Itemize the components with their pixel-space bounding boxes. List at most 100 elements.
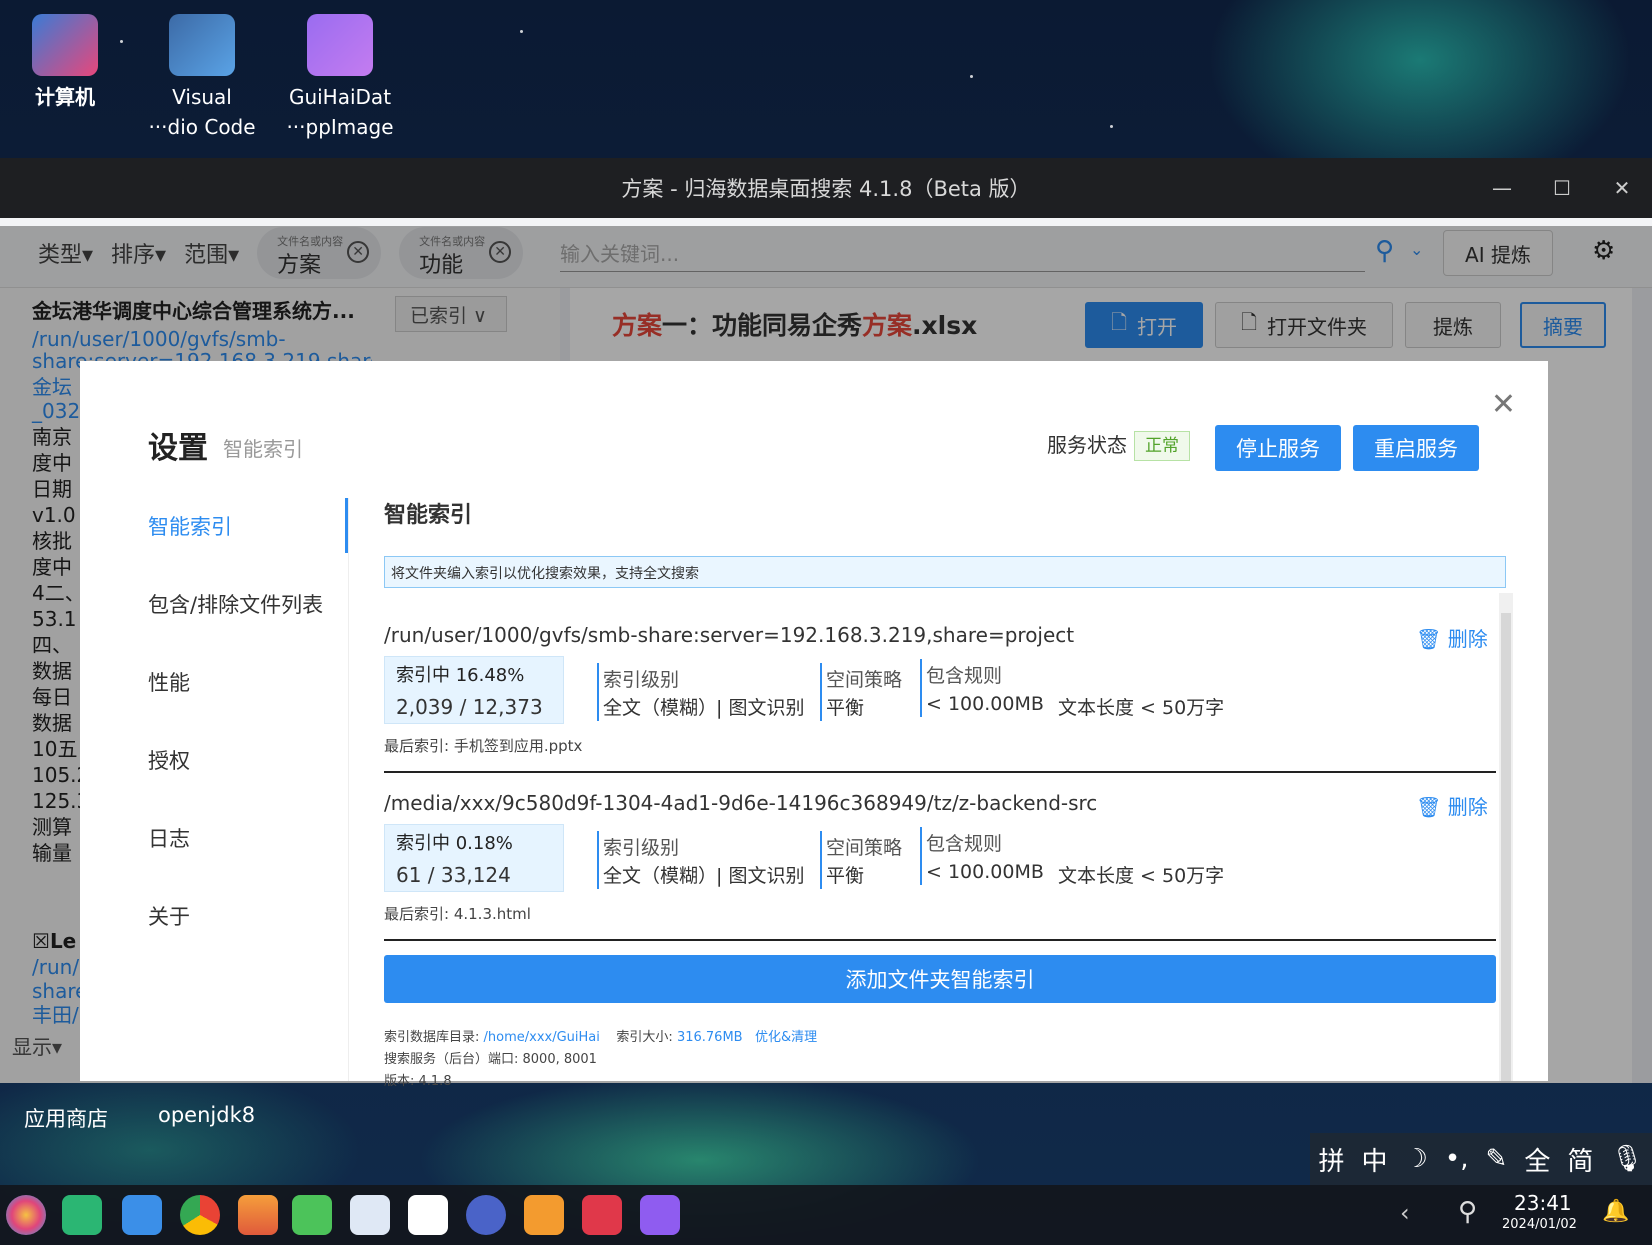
search-icon[interactable]: ⚲: [1458, 1197, 1477, 1227]
clock-date: 2024/01/02: [1502, 1217, 1577, 1232]
divider: [820, 663, 822, 721]
desktop-icon-guihai[interactable]: GuiHaiDat ···ppImage: [275, 14, 405, 142]
ocr-value: | 图文识别: [716, 865, 805, 887]
index-folder-path: /run/user/1000/gvfs/smb-share:server=192…: [384, 623, 1075, 647]
guihai-icon: [307, 14, 373, 76]
trash-icon: 🗑: [1416, 795, 1442, 819]
add-folder-button[interactable]: 添加文件夹智能索引: [384, 955, 1496, 1003]
settings-subtitle: 智能索引: [223, 437, 303, 461]
computer-icon: [32, 14, 98, 76]
space-label: 空间策略: [826, 837, 903, 859]
title-bar: 方案 - 归海数据桌面搜索 4.1.8（Beta 版） — ☐ ✕: [0, 158, 1652, 218]
level-label: 索引级别: [603, 669, 680, 691]
divider: [820, 831, 822, 889]
desktop-icon-label: Visual ···dio Code: [148, 85, 256, 139]
delete-label: 删除: [1447, 627, 1488, 651]
clock-time: 23:41: [1514, 1191, 1572, 1215]
ime-mic-icon[interactable]: 🎙: [1610, 1144, 1643, 1174]
optimize-link[interactable]: 优化&清理: [755, 1030, 817, 1045]
image-viewer-icon[interactable]: [238, 1195, 278, 1235]
size-label: 索引大小:: [616, 1030, 673, 1045]
nav-item-about[interactable]: 关于: [148, 901, 190, 931]
desktop-icon-vscode[interactable]: Visual ···dio Code: [137, 14, 267, 142]
nav-item-license[interactable]: 授权: [148, 745, 190, 775]
rule-text: 文本长度 < 50万字: [1058, 697, 1225, 719]
rule-size: < 100.00MB: [926, 861, 1044, 883]
taskbar: ‹ ⚲ 23:41 2024/01/02 🔔: [0, 1185, 1652, 1245]
delete-button[interactable]: 🗑 删除: [1416, 791, 1488, 820]
progress-label: 索引中 16.48%: [396, 665, 525, 686]
nav-item-log[interactable]: 日志: [148, 823, 190, 853]
rule-label: 包含规则: [926, 833, 1003, 855]
ime-chinese-icon[interactable]: 中: [1362, 1141, 1388, 1178]
ime-punctuation-icon[interactable]: •,: [1445, 1144, 1469, 1174]
ocr-value: | 图文识别: [716, 697, 805, 719]
db-info: 索引数据库目录: /home/xxx/GuiHai 索引大小: 316.76MB…: [384, 1026, 817, 1045]
calendar-icon[interactable]: [408, 1195, 448, 1235]
rule-text: 文本长度 < 50万字: [1058, 865, 1225, 887]
trash-icon: 🗑: [1416, 627, 1442, 651]
service-ports: 搜索服务（后台）端口: 8000, 8001: [384, 1052, 597, 1067]
desktop-icon-label[interactable]: 应用商店: [24, 1103, 108, 1133]
guihai-dock-icon[interactable]: [640, 1195, 680, 1235]
status-badge: 正常: [1134, 431, 1190, 461]
divider: [597, 831, 599, 889]
space-value: 平衡: [826, 865, 865, 887]
rule-size: < 100.00MB: [926, 693, 1044, 715]
music-icon[interactable]: [292, 1195, 332, 1235]
index-folder-path: /media/xxx/9c580d9f-1304-4ad1-9d6e-14196…: [384, 791, 1098, 815]
delete-label: 删除: [1447, 795, 1488, 819]
divider: [920, 827, 922, 885]
nav-item-smart-index[interactable]: 智能索引: [148, 511, 232, 541]
desktop-icon-computer[interactable]: 计算机: [0, 14, 130, 112]
ime-pen-icon[interactable]: ✎: [1486, 1144, 1508, 1174]
modal-scrollbar[interactable]: [1499, 593, 1513, 1081]
db-label: 索引数据库目录:: [384, 1030, 480, 1045]
level-value: 全文（模糊）: [603, 865, 718, 887]
delete-button[interactable]: 🗑 删除: [1416, 623, 1488, 652]
chrome-icon[interactable]: [180, 1195, 220, 1235]
nav-item-performance[interactable]: 性能: [148, 667, 190, 697]
vscode-icon: [169, 14, 235, 76]
minimize-button[interactable]: —: [1472, 158, 1532, 218]
scrollbar-thumb[interactable]: [1501, 613, 1511, 1081]
nav-divider: [348, 498, 349, 1081]
app-store-icon[interactable]: [524, 1195, 564, 1235]
star: [520, 30, 523, 33]
last-indexed: 最后索引: 4.1.3.html: [384, 905, 531, 923]
nav-item-include-exclude[interactable]: 包含/排除文件列表: [148, 589, 323, 619]
level-label: 索引级别: [603, 837, 680, 859]
window-title: 方案 - 归海数据桌面搜索 4.1.8（Beta 版）: [621, 177, 1031, 201]
section-title: 智能索引: [384, 503, 473, 528]
index-progress: 索引中 0.18% 61 / 33,124: [384, 824, 564, 892]
maximize-button[interactable]: ☐: [1532, 158, 1592, 218]
settings-app-icon[interactable]: [466, 1195, 506, 1235]
ime-simplified-icon[interactable]: 简: [1567, 1141, 1593, 1178]
ime-pinyin-icon[interactable]: 拼: [1319, 1141, 1345, 1178]
terminal-icon[interactable]: [62, 1195, 102, 1235]
info-banner: 将文件夹编入索引以优化搜索效果，支持全文搜索: [384, 556, 1506, 588]
db-path-link[interactable]: /home/xxx/GuiHai: [484, 1030, 600, 1045]
chevron-left-icon[interactable]: ‹: [1400, 1199, 1410, 1227]
document-icon[interactable]: [350, 1195, 390, 1235]
ime-toolbar: 拼 中 ☽ •, ✎ 全 简 🎙: [1310, 1133, 1652, 1185]
space-value: 平衡: [826, 697, 865, 719]
close-button[interactable]: ✕: [1592, 158, 1652, 218]
rule-label: 包含规则: [926, 665, 1003, 687]
desktop-icon-label: 计算机: [35, 85, 95, 109]
launcher-icon[interactable]: [6, 1195, 46, 1235]
close-icon[interactable]: ✕: [1491, 387, 1516, 422]
index-progress: 索引中 16.48% 2,039 / 12,373: [384, 656, 564, 724]
level-value: 全文（模糊）: [603, 697, 718, 719]
stop-service-button[interactable]: 停止服务: [1215, 425, 1341, 471]
ime-moon-icon[interactable]: ☽: [1405, 1144, 1428, 1174]
size-value: 316.76MB: [676, 1030, 743, 1045]
ime-fullwidth-icon[interactable]: 全: [1524, 1141, 1550, 1178]
desktop-icon-label[interactable]: openjdk8: [158, 1103, 255, 1127]
restart-service-button[interactable]: 重启服务: [1353, 425, 1479, 471]
notification-icon[interactable]: 🔔: [1602, 1199, 1629, 1224]
console-icon[interactable]: [582, 1195, 622, 1235]
star: [1110, 125, 1113, 128]
file-manager-icon[interactable]: [122, 1195, 162, 1235]
divider: [597, 663, 599, 721]
